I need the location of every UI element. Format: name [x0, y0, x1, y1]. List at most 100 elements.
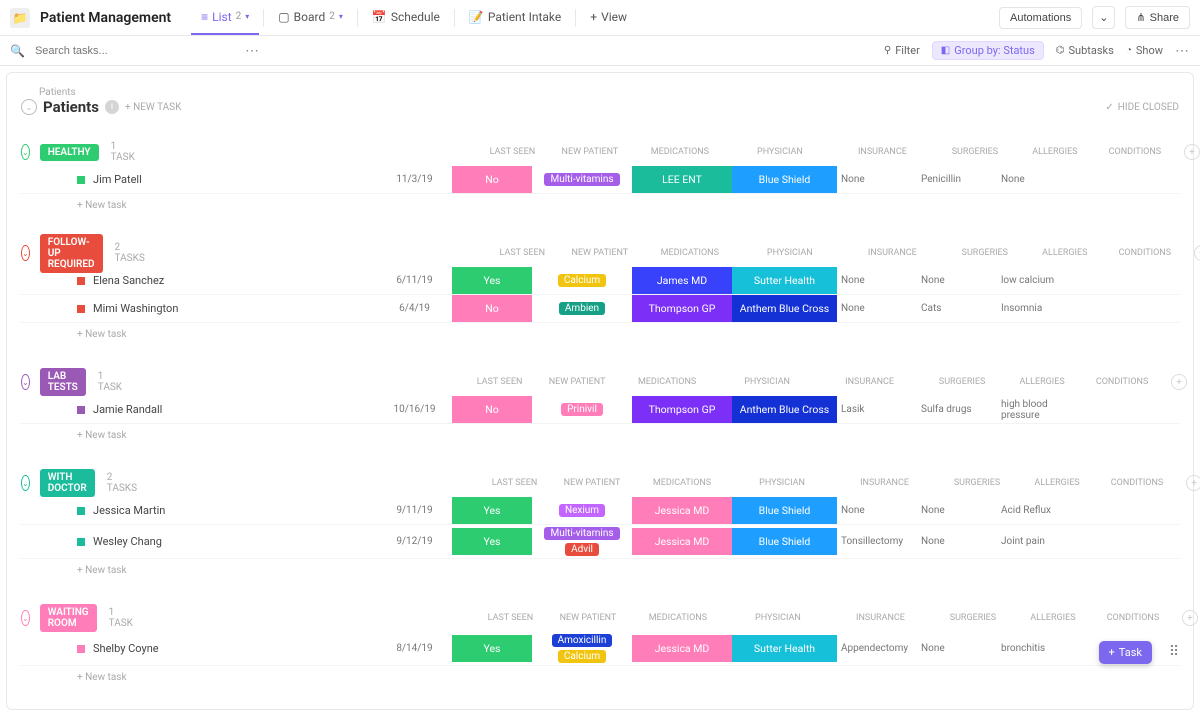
conditions[interactable]: bronchitis — [997, 643, 1077, 654]
last-seen[interactable]: 10/16/19 — [377, 404, 452, 415]
collapse-group[interactable]: ⌄ — [21, 144, 30, 160]
allergies[interactable]: None — [917, 275, 997, 286]
insurance[interactable]: Sutter Health — [732, 635, 837, 662]
task-name[interactable]: Shelby Coyne — [93, 642, 159, 655]
filter-button[interactable]: ⚲Filter — [884, 44, 920, 57]
insurance[interactable]: Anthem Blue Cross — [732, 396, 837, 423]
collapse-group[interactable]: ⌄ — [21, 374, 30, 390]
task-name[interactable]: Wesley Chang — [93, 535, 162, 548]
last-seen[interactable]: 8/14/19 — [377, 643, 452, 654]
physician[interactable]: Thompson GP — [632, 396, 732, 423]
collapse-group[interactable]: ⌄ — [21, 610, 30, 626]
new-task-button[interactable]: + NEW TASK — [125, 102, 181, 113]
task-name[interactable]: Jessica Martin — [93, 504, 165, 517]
task-row[interactable]: Mimi Washington 6/4/19 No Ambien Thompso… — [21, 295, 1179, 323]
more-menu[interactable]: ⋯ — [245, 43, 260, 59]
surgeries[interactable]: None — [837, 303, 917, 314]
allergies[interactable]: Penicillin — [917, 174, 997, 185]
collapse-group[interactable]: ⌄ — [21, 475, 30, 491]
allergies[interactable]: None — [917, 643, 997, 654]
physician[interactable]: Thompson GP — [632, 295, 732, 322]
task-row[interactable]: Shelby Coyne 8/14/19 Yes AmoxicillinCalc… — [21, 632, 1179, 666]
task-row[interactable]: Jessica Martin 9/11/19 Yes Nexium Jessic… — [21, 497, 1179, 525]
surgeries[interactable]: Appendectomy — [837, 643, 917, 654]
allergies[interactable]: Sulfa drugs — [917, 404, 997, 415]
physician[interactable]: Jessica MD — [632, 528, 732, 555]
surgeries[interactable]: Tonsillectomy — [837, 536, 917, 547]
add-column[interactable]: + — [1171, 374, 1187, 390]
tab-schedule[interactable]: 📅Schedule — [362, 0, 450, 35]
tab-patient-intake[interactable]: 📝Patient Intake — [459, 0, 571, 35]
medication-tag[interactable]: Multi-vitamins — [544, 527, 619, 540]
new-patient[interactable]: No — [452, 396, 532, 423]
insurance[interactable]: Blue Shield — [732, 166, 837, 193]
conditions[interactable]: low calcium — [997, 275, 1077, 286]
task-row[interactable]: Jim Patell 11/3/19 No Multi-vitamins LEE… — [21, 166, 1179, 194]
add-column[interactable]: + — [1194, 245, 1200, 261]
status-square[interactable] — [77, 507, 85, 515]
task-row[interactable]: Wesley Chang 9/12/19 Yes Multi-vitamins A… — [21, 525, 1179, 559]
surgeries[interactable]: None — [837, 174, 917, 185]
status-badge[interactable]: WITH DOCTOR — [40, 469, 95, 497]
add-column[interactable]: + — [1186, 475, 1200, 491]
collapse-group[interactable]: ⌄ — [21, 245, 30, 261]
insurance[interactable]: Anthem Blue Cross — [732, 295, 837, 322]
status-badge[interactable]: LAB TESTS — [40, 368, 86, 396]
conditions[interactable]: None — [997, 174, 1077, 185]
task-name[interactable]: Jamie Randall — [93, 403, 162, 416]
new-patient[interactable]: Yes — [452, 267, 532, 294]
last-seen[interactable]: 9/11/19 — [377, 505, 452, 516]
status-square[interactable] — [77, 645, 85, 653]
surgeries[interactable]: None — [837, 275, 917, 286]
status-square[interactable] — [77, 538, 85, 546]
automations-dropdown[interactable]: ⌄ — [1092, 6, 1115, 29]
allergies[interactable]: Cats — [917, 303, 997, 314]
new-patient[interactable]: Yes — [452, 497, 532, 524]
medication-tag[interactable]: Prinivil — [561, 403, 603, 416]
last-seen[interactable]: 11/3/19 — [377, 174, 452, 185]
status-badge[interactable]: FOLLOW-UP REQUIRED — [40, 234, 103, 273]
conditions[interactable]: high blood pressure — [997, 399, 1077, 421]
new-task-row[interactable]: + New task — [21, 323, 1179, 346]
surgeries[interactable]: None — [837, 505, 917, 516]
medication-tag[interactable]: Multi-vitamins — [544, 173, 619, 186]
share-button[interactable]: ⋔Share — [1125, 6, 1190, 29]
tab-view[interactable]: +View — [580, 0, 637, 35]
status-badge[interactable]: WAITING ROOM — [40, 604, 97, 632]
collapse-list[interactable]: ⌄ — [21, 99, 37, 115]
physician[interactable]: LEE ENT — [632, 166, 732, 193]
allergies[interactable]: None — [917, 536, 997, 547]
allergies[interactable]: None — [917, 505, 997, 516]
status-square[interactable] — [77, 305, 85, 313]
automations-button[interactable]: Automations — [999, 7, 1082, 29]
last-seen[interactable]: 9/12/19 — [377, 536, 452, 547]
medication-tag[interactable]: Calcium — [558, 274, 606, 287]
surgeries[interactable]: Lasik — [837, 404, 917, 415]
last-seen[interactable]: 6/11/19 — [377, 275, 452, 286]
task-name[interactable]: Elena Sanchez — [93, 274, 164, 287]
status-badge[interactable]: HEALTHY — [40, 144, 99, 161]
last-seen[interactable]: 6/4/19 — [377, 303, 452, 314]
task-row[interactable]: Jamie Randall 10/16/19 No Prinivil Thomp… — [21, 396, 1179, 424]
conditions[interactable]: Joint pain — [997, 536, 1077, 547]
new-patient[interactable]: No — [452, 166, 532, 193]
physician[interactable]: James MD — [632, 267, 732, 294]
info-icon[interactable]: i — [105, 100, 119, 114]
new-task-row[interactable]: + New task — [21, 559, 1179, 582]
task-row[interactable]: Elena Sanchez 6/11/19 Yes Calcium James … — [21, 267, 1179, 295]
medication-tag[interactable]: Advil — [565, 543, 599, 556]
apps-button[interactable]: ⠿ — [1162, 640, 1186, 664]
medication-tag[interactable]: Calcium — [558, 650, 606, 663]
status-square[interactable] — [77, 176, 85, 184]
physician[interactable]: Jessica MD — [632, 497, 732, 524]
hide-closed-button[interactable]: ✓HIDE CLOSED — [1105, 102, 1179, 113]
medication-tag[interactable]: Ambien — [559, 302, 605, 315]
add-column[interactable]: + — [1182, 610, 1198, 626]
task-name[interactable]: Mimi Washington — [93, 302, 178, 315]
new-patient[interactable]: Yes — [452, 528, 532, 555]
group-by-pill[interactable]: ◧Group by: Status — [932, 41, 1044, 60]
insurance[interactable]: Blue Shield — [732, 528, 837, 555]
conditions[interactable]: Insomnia — [997, 303, 1077, 314]
task-name[interactable]: Jim Patell — [93, 173, 142, 186]
tab-list[interactable]: ≡List2▾ — [191, 0, 259, 35]
